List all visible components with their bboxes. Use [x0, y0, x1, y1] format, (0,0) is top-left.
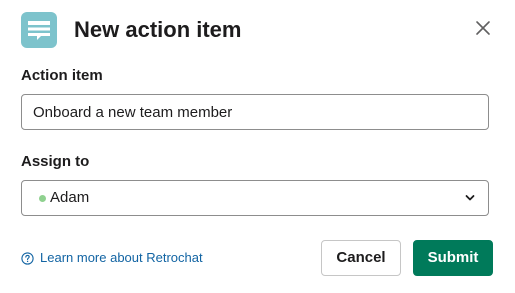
- cancel-button[interactable]: Cancel: [321, 240, 401, 276]
- speech-bubble-icon: [21, 12, 57, 48]
- learn-more-link-text: Learn more about Retrochat: [40, 250, 203, 265]
- learn-more-link[interactable]: Learn more about Retrochat: [21, 250, 203, 266]
- submit-button[interactable]: Submit: [413, 240, 493, 276]
- close-icon: [476, 21, 490, 35]
- chevron-down-icon: [465, 195, 475, 201]
- question-circle-icon: [21, 251, 34, 265]
- action-item-label: Action item: [21, 67, 103, 84]
- assign-to-select[interactable]: Adam: [21, 180, 489, 216]
- modal-title: New action item: [74, 17, 242, 42]
- presence-active-icon: [39, 195, 46, 202]
- action-item-input[interactable]: [21, 94, 489, 130]
- assign-to-selected-value: Adam: [50, 189, 90, 206]
- close-button[interactable]: [470, 15, 496, 41]
- new-action-item-modal: New action item Action item Assign to Ad…: [0, 0, 515, 293]
- assign-to-label: Assign to: [21, 153, 90, 170]
